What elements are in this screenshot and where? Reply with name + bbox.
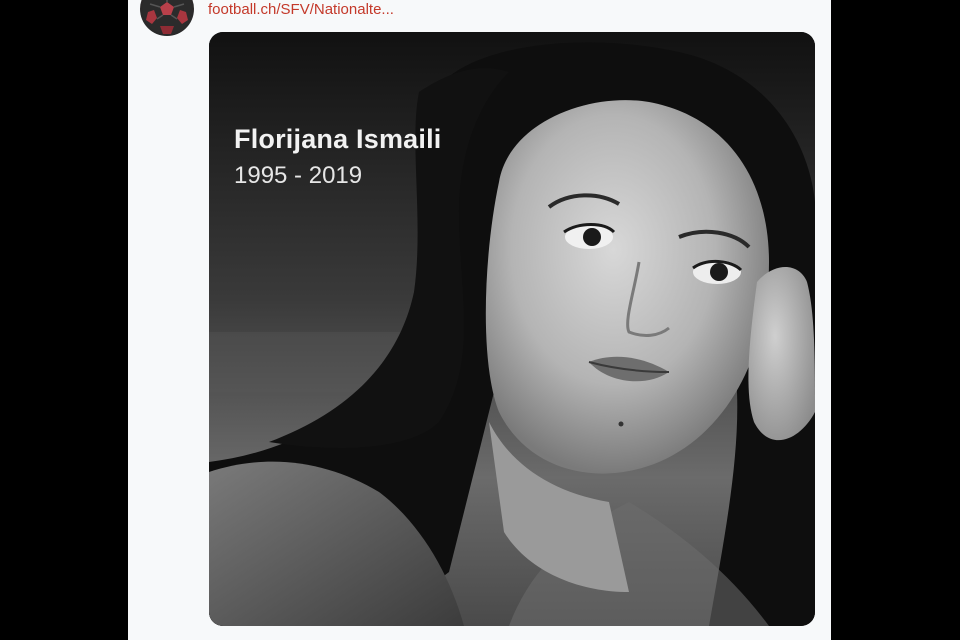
tweet-media-image[interactable]: Florijana Ismaili 1995 - 2019	[209, 32, 815, 626]
football-icon	[142, 0, 192, 34]
article-link[interactable]: football.ch/SFV/Nationalte...	[208, 1, 394, 18]
account-avatar[interactable]	[140, 0, 194, 36]
memorial-years: 1995 - 2019	[234, 162, 363, 189]
portrait-photo	[209, 32, 815, 626]
memorial-name: Florijana Ismaili	[234, 124, 442, 154]
tweet-post: football.ch/SFV/Nationalte... Florijana …	[128, 0, 831, 640]
